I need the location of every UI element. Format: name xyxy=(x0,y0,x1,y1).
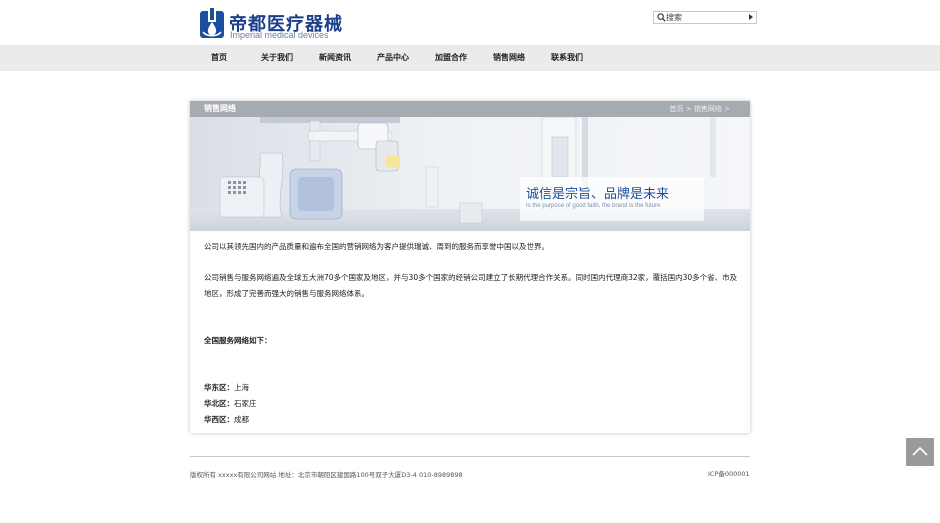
banner-slogan-overlay: 诚信是宗旨、品牌是未来 Is the purpose of good faith… xyxy=(520,177,704,221)
brand-subtitle: Imperial medical devices xyxy=(230,30,329,40)
region-row: 华西区：成都 xyxy=(204,412,249,428)
footer-divider xyxy=(190,456,750,457)
banner-slogan: 诚信是宗旨、品牌是未来 xyxy=(526,187,670,202)
site-logo[interactable]: 帝都医疗器械 Imperial medical devices xyxy=(199,8,342,42)
service-network-heading: 全国服务网络如下： xyxy=(204,336,272,345)
region-row: 华北区：石家庄 xyxy=(204,396,257,412)
breadcrumb-separator: > xyxy=(685,105,692,113)
paragraph-network: 公司销售与服务网络遍及全球五大洲70多个国家及地区，并与30多个国家的经销公司建… xyxy=(204,273,738,298)
region-row: 华东区：上海 xyxy=(204,380,249,396)
nav-item-news[interactable]: 新闻资讯 xyxy=(306,45,364,71)
banner-image: 诚信是宗旨、品牌是未来 Is the purpose of good faith… xyxy=(190,117,750,231)
footer-copyright: 版权所有 xxxxx有限公司网站 地址：北京市朝阳区建国路100号双子大厦D3-… xyxy=(190,471,463,479)
section-title-bar: 销售网络 首页 > 销售网络 > xyxy=(190,101,750,117)
site-header: 帝都医疗器械 Imperial medical devices xyxy=(0,0,940,45)
breadcrumb-trail: > xyxy=(724,105,730,113)
content-card: 销售网络 首页 > 销售网络 > 诚信是宗旨、品牌是未来 Is the purp… xyxy=(190,101,750,433)
search-input[interactable] xyxy=(666,12,744,23)
search-box xyxy=(653,11,757,24)
search-submit-arrow-icon[interactable] xyxy=(749,14,753,20)
banner-subline: Is the purpose of good faith, the brand … xyxy=(526,203,661,209)
region-name: 华东区： xyxy=(204,383,234,392)
main-nav: 首页 关于我们 新闻资讯 产品中心 加盟合作 销售网络 联系我们 xyxy=(0,45,940,71)
region-city: 石家庄 xyxy=(234,399,257,408)
region-city: 成都 xyxy=(234,415,249,424)
chevron-up-icon xyxy=(912,446,928,456)
nav-item-franchise[interactable]: 加盟合作 xyxy=(422,45,480,71)
search-icon xyxy=(657,13,666,22)
breadcrumb: 首页 > 销售网络 > xyxy=(670,101,730,117)
nav-list: 首页 关于我们 新闻资讯 产品中心 加盟合作 销售网络 联系我们 xyxy=(190,45,596,71)
nav-item-contact[interactable]: 联系我们 xyxy=(538,45,596,71)
paragraph-intro: 公司以其领先国内的产品质量和遍布全国的营销网络为客户提供瑞诚、周到的服务而享誉中… xyxy=(204,242,549,251)
nav-item-sales-network[interactable]: 销售网络 xyxy=(480,45,538,71)
region-name: 华北区： xyxy=(204,399,234,408)
footer-icp[interactable]: ICP备000001 xyxy=(708,468,750,478)
breadcrumb-current[interactable]: 销售网络 xyxy=(694,105,722,113)
region-city: 上海 xyxy=(234,383,249,392)
breadcrumb-home[interactable]: 首页 xyxy=(670,105,684,113)
section-title: 销售网络 xyxy=(204,104,236,113)
nav-item-about[interactable]: 关于我们 xyxy=(248,45,306,71)
region-name: 华西区： xyxy=(204,415,234,424)
nav-item-home[interactable]: 首页 xyxy=(190,45,248,71)
nav-item-products[interactable]: 产品中心 xyxy=(364,45,422,71)
logo-icon xyxy=(200,8,224,38)
back-to-top-button[interactable] xyxy=(906,438,934,466)
